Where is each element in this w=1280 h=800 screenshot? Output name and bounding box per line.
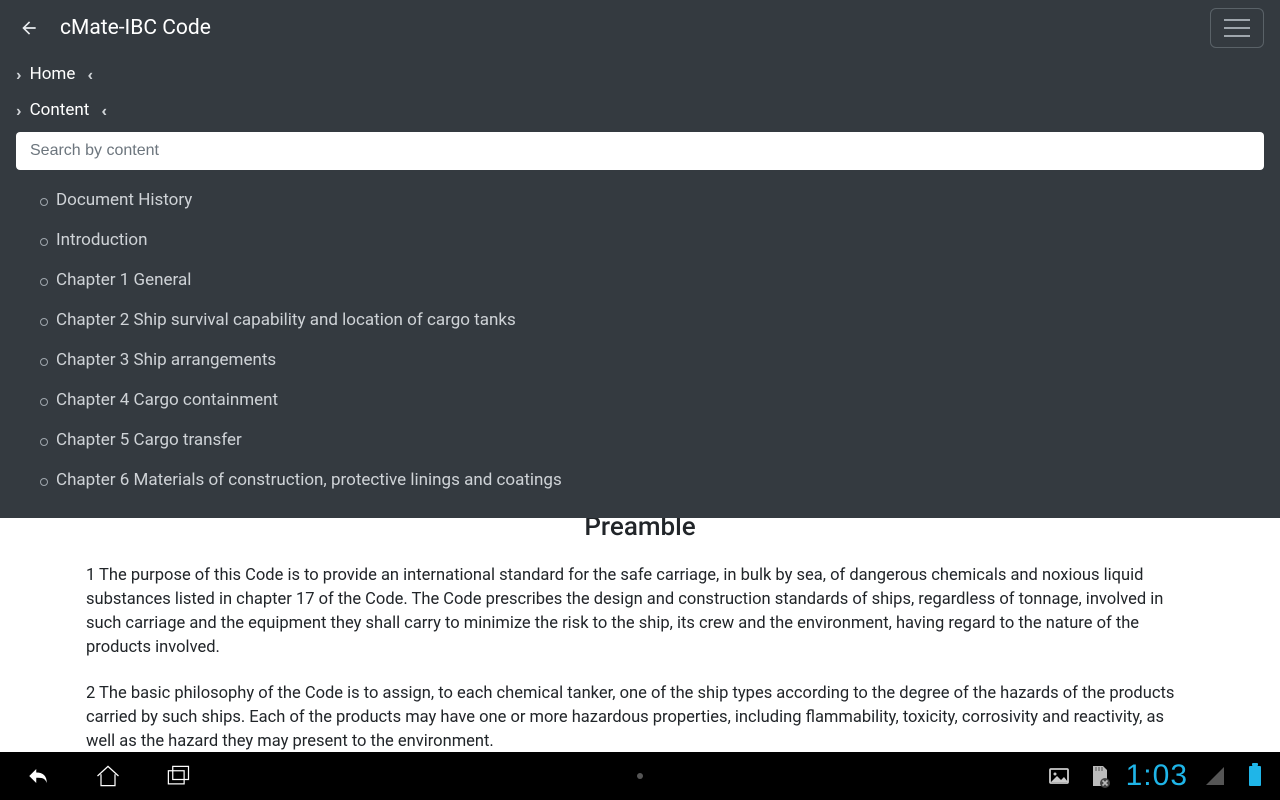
system-nav-bar: 1:03 — [0, 752, 1280, 800]
app-title: cMate-IBC Code — [60, 16, 211, 40]
nav-content-row[interactable]: ›› Content ‹‹ — [0, 92, 1280, 128]
chevron-double-left-icon: ‹‹ — [101, 101, 103, 120]
system-back-button[interactable] — [22, 760, 54, 792]
sdcard-removed-icon[interactable] — [1086, 763, 1112, 789]
menu-toggle-button[interactable] — [1210, 8, 1264, 48]
battery-icon — [1242, 763, 1268, 789]
toc-item[interactable]: Chapter 5 Cargo transfer — [56, 420, 1280, 460]
nav-content-label: Content — [30, 100, 90, 120]
back-button[interactable] — [16, 15, 42, 41]
image-notification-icon[interactable] — [1046, 763, 1072, 789]
nav-home-label: Home — [30, 64, 76, 84]
chevron-double-right-icon: ›› — [16, 65, 18, 84]
back-curve-icon — [24, 762, 52, 790]
search-input[interactable] — [16, 132, 1264, 170]
system-dot-indicator — [637, 773, 643, 779]
dark-panel: cMate-IBC Code ›› Home ‹‹ ›› Content ‹‹ … — [0, 0, 1280, 518]
chevron-double-right-icon: ›› — [16, 101, 18, 120]
toc-item[interactable]: Introduction — [56, 220, 1280, 260]
hamburger-icon — [1224, 27, 1250, 29]
section-title: Preamble — [86, 518, 1194, 542]
signal-icon — [1202, 763, 1228, 789]
recents-icon — [164, 762, 192, 790]
table-of-contents: Document History Introduction Chapter 1 … — [0, 170, 1280, 500]
arrow-left-icon — [19, 18, 39, 38]
clock-text: 1:03 — [1126, 759, 1188, 793]
toc-item[interactable]: Document History — [56, 180, 1280, 220]
toc-item[interactable]: Chapter 2 Ship survival capability and l… — [56, 300, 1280, 340]
system-status-right: 1:03 — [1046, 759, 1268, 793]
toc-item[interactable]: Chapter 4 Cargo containment — [56, 380, 1280, 420]
system-nav-left — [22, 760, 194, 792]
top-bar: cMate-IBC Code — [0, 0, 1280, 56]
search-row — [0, 128, 1280, 170]
toc-item[interactable]: Chapter 1 General — [56, 260, 1280, 300]
home-icon — [94, 762, 122, 790]
toc-item[interactable]: Chapter 3 Ship arrangements — [56, 340, 1280, 380]
nav-home-row[interactable]: ›› Home ‹‹ — [0, 56, 1280, 92]
toc-item[interactable]: Chapter 6 Materials of construction, pro… — [56, 460, 1280, 500]
paragraph: 2 The basic philosophy of the Code is to… — [86, 682, 1194, 752]
system-home-button[interactable] — [92, 760, 124, 792]
paragraph: 1 The purpose of this Code is to provide… — [86, 564, 1194, 660]
system-recents-button[interactable] — [162, 760, 194, 792]
chevron-double-left-icon: ‹‹ — [87, 65, 89, 84]
app-root: cMate-IBC Code ›› Home ‹‹ ›› Content ‹‹ … — [0, 0, 1280, 800]
content-area: Preamble 1 The purpose of this Code is t… — [0, 518, 1280, 752]
